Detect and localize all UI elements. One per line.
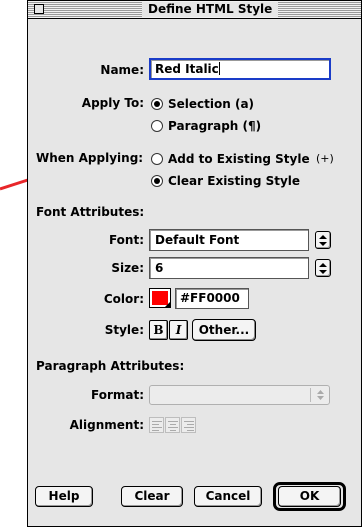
paragraph-attributes-heading: Paragraph Attributes: <box>36 359 185 373</box>
color-label: Color: <box>103 292 144 306</box>
title-bar[interactable]: Define HTML Style <box>28 1 361 19</box>
clear-existing-style-radio[interactable]: Clear Existing Style <box>151 173 300 189</box>
apply-to-selection-radio[interactable]: Selection (a) <box>151 96 254 112</box>
name-label: Name: <box>100 63 144 77</box>
clear-existing-style-label: Clear Existing Style <box>168 174 301 188</box>
radio-unselected-icon <box>151 153 163 165</box>
add-shortcut-hint: (+) <box>316 152 334 165</box>
define-html-style-dialog: Define HTML Style Name: Red Italic Apply… <box>27 0 362 527</box>
popup-corner-icon <box>165 302 170 307</box>
apply-to-label: Apply To: <box>81 96 144 110</box>
style-label: Style: <box>104 323 144 337</box>
add-to-existing-style-label: Add to Existing Style <box>168 152 310 166</box>
font-value: Default Font <box>155 233 240 247</box>
color-hex-value: #FF0000 <box>180 291 240 305</box>
up-down-arrows-icon <box>319 235 327 246</box>
cancel-button[interactable]: Cancel <box>194 486 262 507</box>
bold-toggle-button[interactable]: B <box>149 320 168 340</box>
font-attributes-heading: Font Attributes: <box>36 205 145 219</box>
format-popup-disabled[interactable] <box>149 385 330 405</box>
color-hex-input[interactable]: #FF0000 <box>175 288 249 309</box>
color-swatch-button[interactable] <box>149 288 171 308</box>
ok-button[interactable]: OK <box>278 486 341 507</box>
font-menu-button[interactable] <box>315 231 331 249</box>
radio-unselected-icon <box>151 120 163 132</box>
align-left-icon[interactable] <box>149 417 164 433</box>
radio-selected-icon <box>151 175 163 187</box>
popup-divider <box>310 388 311 402</box>
apply-to-selection-label: Selection (a) <box>168 97 255 111</box>
format-label: Format: <box>90 388 144 402</box>
when-applying-label: When Applying: <box>36 151 144 165</box>
size-input[interactable]: 6 <box>149 257 309 279</box>
font-label: Font: <box>108 233 144 247</box>
help-button[interactable]: Help <box>35 486 93 507</box>
dialog-title: Define HTML Style <box>142 2 279 17</box>
apply-to-paragraph-radio[interactable]: Paragraph (¶) <box>151 118 261 134</box>
text-caret <box>218 62 220 75</box>
size-label: Size: <box>111 261 144 275</box>
clear-button[interactable]: Clear <box>121 486 183 507</box>
align-right-icon[interactable] <box>181 417 196 433</box>
align-center-icon[interactable] <box>165 417 180 433</box>
italic-toggle-button[interactable]: I <box>169 320 188 340</box>
alignment-label: Alignment: <box>69 418 144 432</box>
close-box-icon[interactable] <box>34 4 44 14</box>
add-to-existing-style-radio[interactable]: Add to Existing Style <box>151 151 310 167</box>
up-down-arrows-icon <box>319 263 327 274</box>
up-down-arrows-icon <box>317 390 324 400</box>
font-input[interactable]: Default Font <box>149 229 309 251</box>
name-input[interactable]: Red Italic <box>149 58 331 80</box>
name-value: Red Italic <box>155 62 219 76</box>
apply-to-paragraph-label: Paragraph (¶) <box>168 119 262 133</box>
size-menu-button[interactable] <box>315 259 331 277</box>
size-value: 6 <box>155 261 164 275</box>
other-styles-button[interactable]: Other... <box>192 319 256 341</box>
radio-selected-icon <box>151 98 163 110</box>
